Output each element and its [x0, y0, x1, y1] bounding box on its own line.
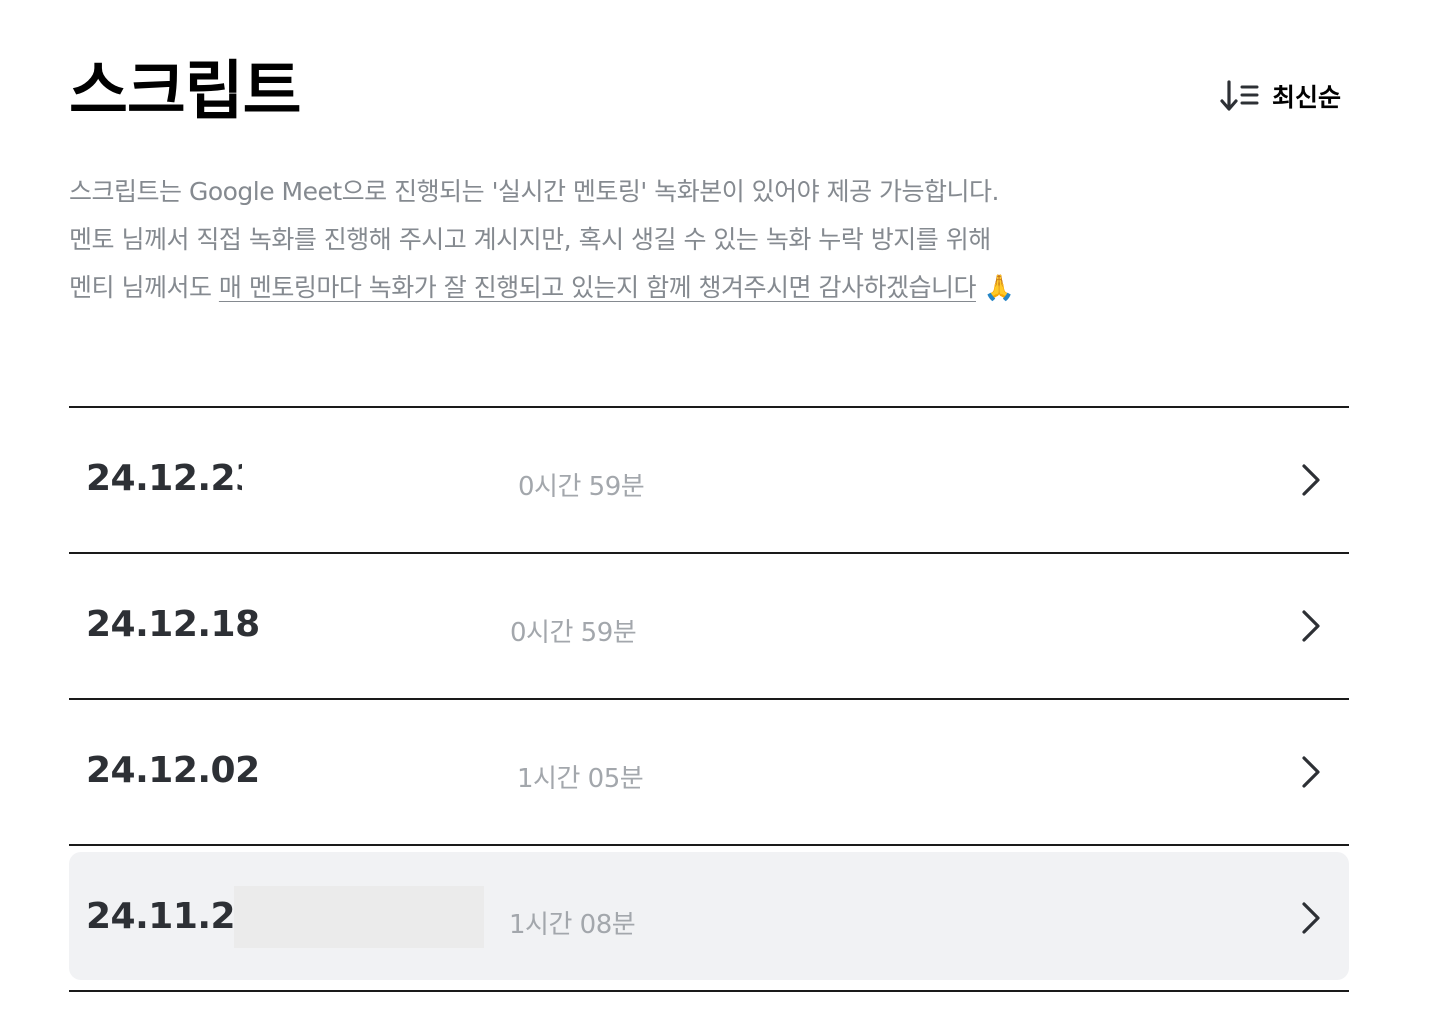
session-duration: 0시간 59분 — [510, 618, 637, 648]
session-row[interactable]: 24.11.27 1시간 08분 — [69, 846, 1349, 992]
session-row[interactable]: 24.12.02 1시간 05분 — [69, 700, 1349, 846]
session-duration: 1시간 05분 — [517, 764, 644, 794]
description-line-3: 멘티 님께서도 매 멘토링마다 녹화가 잘 진행되고 있는지 함께 챙겨주시면 … — [69, 264, 1169, 312]
script-description: 스크립트는 Google Meet으로 진행되는 '실시간 멘토링' 녹화본이 … — [69, 168, 1169, 312]
chevron-right-icon — [1302, 610, 1320, 642]
session-row[interactable]: 24.12.23 0시간 59분 — [69, 408, 1349, 554]
session-date: 24.12.18 — [86, 604, 260, 645]
description-line-3-prefix: 멘티 님께서도 — [69, 273, 219, 302]
redacted-area — [242, 448, 492, 510]
session-duration: 0시간 59분 — [518, 472, 645, 502]
chevron-right-icon — [1302, 756, 1320, 788]
sort-button[interactable]: 최신순 — [1220, 76, 1341, 116]
session-duration: 1시간 08분 — [509, 910, 636, 940]
pray-emoji-icon: 🙏 — [983, 273, 1015, 302]
session-row[interactable]: 24.12.18 0시간 59분 — [69, 554, 1349, 700]
chevron-right-icon — [1302, 464, 1320, 496]
session-date: 24.12.02 — [86, 750, 260, 791]
sort-label: 최신순 — [1271, 83, 1341, 112]
page-title: 스크립트 — [69, 55, 302, 129]
recording-reminder-text: 매 멘토링마다 녹화가 잘 진행되고 있는지 함께 챙겨주시면 감사하겠습니다 — [218, 273, 977, 302]
row-background — [69, 706, 1349, 834]
chevron-right-icon — [1302, 902, 1320, 934]
redacted-area — [234, 886, 484, 948]
page-header: 스크립트 최신순 스크립트는 Google Meet으로 진행되는 '실시간 멘… — [69, 0, 1349, 302]
description-line-2: 멘토 님께서 직접 녹화를 진행해 주시고 계시지만, 혹시 생길 수 있는 녹… — [69, 225, 991, 254]
sort-descending-icon — [1220, 80, 1259, 111]
script-page: 스크립트 최신순 스크립트는 Google Meet으로 진행되는 '실시간 멘… — [69, 0, 1349, 992]
description-line-1: 스크립트는 Google Meet으로 진행되는 '실시간 멘토링' 녹화본이 … — [69, 177, 1000, 206]
session-list: 24.12.23 0시간 59분 24.12.18 0시간 59분 24.12.… — [69, 406, 1349, 992]
row-background — [69, 560, 1349, 688]
session-date: 24.12.23 — [86, 458, 260, 499]
